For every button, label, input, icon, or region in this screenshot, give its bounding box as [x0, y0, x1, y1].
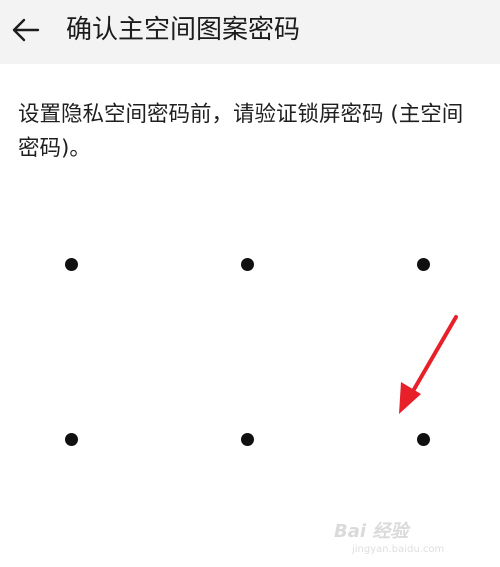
arrow-left-icon [12, 18, 40, 42]
main-content: 设置隐私空间密码前，请验证锁屏密码 (主空间密码)。 Bai 经验 jingya… [0, 64, 500, 567]
app-header: 确认主空间图案密码 [0, 0, 500, 64]
watermark-url: jingyan.baidu.com [352, 544, 445, 555]
back-button[interactable] [6, 10, 46, 50]
baidu-jingyan-watermark: Bai 经验 jingyan.baidu.com [334, 517, 484, 559]
red-arrow-annotation [399, 315, 458, 414]
page-title: 确认主空间图案密码 [66, 15, 301, 45]
watermark-logo: Bai 经验 [334, 521, 409, 542]
